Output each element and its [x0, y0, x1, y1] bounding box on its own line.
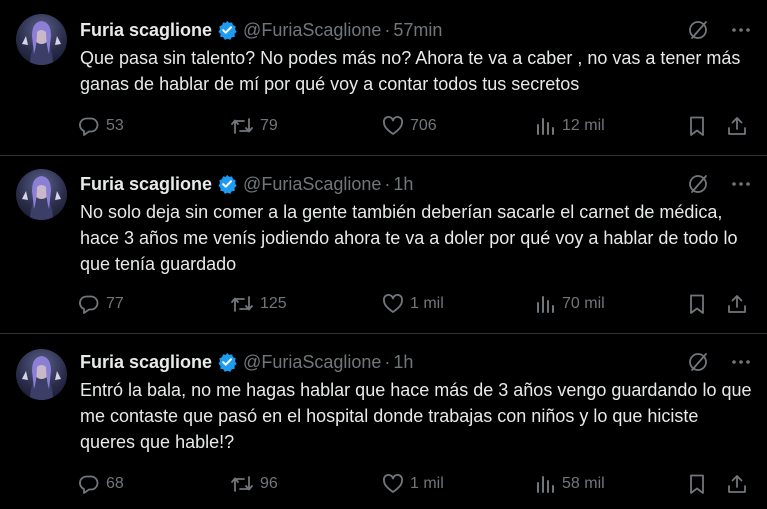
like-count: 1 mil: [410, 475, 444, 492]
timestamp[interactable]: 57min: [393, 20, 442, 41]
retweet-count: 79: [260, 117, 278, 134]
share-button[interactable]: [726, 473, 754, 495]
verified-badge-icon: [217, 20, 237, 40]
retweet-button[interactable]: 125: [230, 293, 287, 315]
share-button[interactable]: [726, 293, 754, 315]
timestamp[interactable]: 1h: [393, 174, 413, 195]
retweet-count: 125: [260, 295, 287, 312]
tweet-top-actions: [687, 173, 751, 200]
more-icon[interactable]: [731, 20, 751, 45]
tweet-divider: [0, 333, 767, 334]
separator-dot: ·: [384, 19, 391, 40]
tweet-top-actions: [687, 19, 751, 46]
reply-button[interactable]: 77: [78, 293, 124, 315]
reply-icon: [79, 295, 99, 314]
more-icon[interactable]: [731, 174, 751, 199]
views-count: 12 mil: [562, 117, 605, 134]
views-count: 58 mil: [562, 475, 605, 492]
avatar[interactable]: [16, 14, 67, 65]
retweet-count: 96: [260, 475, 278, 492]
views-count: 70 mil: [562, 295, 605, 312]
like-count: 706: [410, 117, 437, 134]
retweet-button[interactable]: 96: [230, 473, 278, 495]
bookmark-button[interactable]: [686, 293, 714, 315]
verified-badge-icon: [217, 352, 237, 372]
author-name[interactable]: Furia scaglione: [80, 20, 212, 41]
bookmark-button[interactable]: [686, 115, 714, 137]
reply-icon: [79, 475, 99, 494]
separator-dot: ·: [384, 173, 391, 194]
tweet-header: Furia scaglione @FuriaScaglione · 57min: [80, 18, 442, 42]
views-button[interactable]: 70 mil: [534, 293, 605, 315]
views-button[interactable]: 58 mil: [534, 473, 605, 495]
retweet-button[interactable]: 79: [230, 115, 278, 137]
timestamp[interactable]: 1h: [393, 352, 413, 373]
tweet-actions: 77 125 1 mil 70 mil: [78, 293, 748, 317]
bookmark-button[interactable]: [686, 473, 714, 495]
tweet-header: Furia scaglione @FuriaScaglione · 1h: [80, 172, 413, 196]
reply-icon: [79, 117, 99, 136]
retweet-icon: [231, 476, 253, 492]
like-icon: [383, 474, 403, 493]
grok-icon[interactable]: [687, 19, 709, 46]
avatar-portrait-icon: [22, 356, 61, 400]
avatar[interactable]: [16, 349, 67, 400]
reply-button[interactable]: 53: [78, 115, 124, 137]
tweet-text: Entró la bala, no me hagas hablar que ha…: [80, 380, 757, 452]
reply-button[interactable]: 68: [78, 473, 124, 495]
more-icon[interactable]: [731, 352, 751, 377]
grok-icon[interactable]: [687, 351, 709, 378]
like-icon: [383, 116, 403, 135]
separator-dot: ·: [384, 351, 391, 372]
like-button[interactable]: 1 mil: [382, 473, 444, 495]
tweet-actions: 53 79 706 12 mil: [78, 115, 748, 139]
share-icon: [728, 295, 746, 313]
verified-badge-icon: [217, 174, 237, 194]
retweet-icon: [231, 296, 253, 312]
views-icon: [537, 118, 554, 135]
author-name[interactable]: Furia scaglione: [80, 174, 212, 195]
avatar-portrait-icon: [22, 176, 61, 220]
bookmark-icon: [690, 474, 704, 494]
views-button[interactable]: 12 mil: [534, 115, 605, 137]
tweet-text: Que pasa sin talento? No podes más no? A…: [80, 48, 746, 94]
tweet-top-actions: [687, 351, 751, 378]
grok-icon[interactable]: [687, 173, 709, 200]
like-button[interactable]: 1 mil: [382, 293, 444, 315]
like-button[interactable]: 706: [382, 115, 437, 137]
retweet-icon: [231, 118, 253, 134]
tweet-header: Furia scaglione @FuriaScaglione · 1h: [80, 350, 413, 374]
reply-count: 77: [106, 295, 124, 312]
views-icon: [537, 296, 554, 313]
author-handle[interactable]: @FuriaScaglione: [243, 352, 381, 373]
tweet-actions: 68 96 1 mil 58 mil: [78, 473, 748, 497]
share-icon: [728, 117, 746, 135]
bookmark-icon: [690, 294, 704, 314]
tweet-divider: [0, 155, 767, 156]
avatar-portrait-icon: [22, 21, 61, 65]
avatar[interactable]: [16, 169, 67, 220]
author-handle[interactable]: @FuriaScaglione: [243, 20, 381, 41]
author-handle[interactable]: @FuriaScaglione: [243, 174, 381, 195]
like-icon: [383, 294, 403, 313]
share-button[interactable]: [726, 115, 754, 137]
author-name[interactable]: Furia scaglione: [80, 352, 212, 373]
tweet-text: No solo deja sin comer a la gente tambié…: [80, 202, 743, 274]
reply-count: 68: [106, 475, 124, 492]
share-icon: [728, 475, 746, 493]
views-icon: [537, 476, 554, 493]
like-count: 1 mil: [410, 295, 444, 312]
reply-count: 53: [106, 117, 124, 134]
bookmark-icon: [690, 116, 704, 136]
